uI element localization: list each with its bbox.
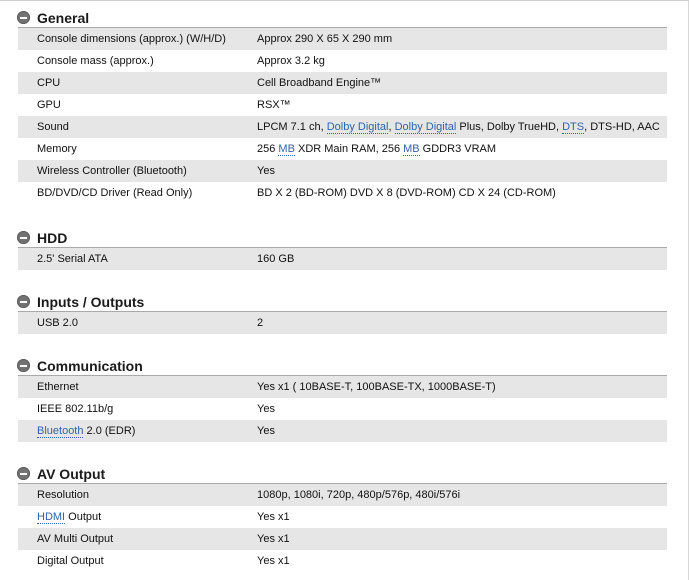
spec-table-av-output: Resolution 1080p, 1080i, 720p, 480p/576p… xyxy=(18,484,667,572)
spec-table-hdd: 2.5' Serial ATA 160 GB xyxy=(18,248,667,270)
hdmi-link[interactable]: HDMI xyxy=(37,511,66,524)
spec-value: Yes xyxy=(257,403,275,415)
table-row: Sound LPCM 7.1 ch, Dolby Digital, Dolby … xyxy=(18,116,667,138)
spec-label: AV Multi Output xyxy=(37,533,114,545)
spec-label: HDMI Output xyxy=(37,506,101,528)
spec-value: 2 xyxy=(257,317,264,329)
spec-label: Console dimensions (approx.) (W/H/D) xyxy=(37,33,226,45)
table-row: Wireless Controller (Bluetooth) Yes xyxy=(18,160,667,182)
value-text: 256 xyxy=(257,143,279,155)
spec-table-communication: Ethernet Yes x1 ( 10BASE-T, 100BASE-TX, … xyxy=(18,376,667,442)
table-row: GPU RSX™ xyxy=(18,94,667,116)
section-header-communication[interactable]: Communication xyxy=(0,352,689,376)
table-row: BD/DVD/CD Driver (Read Only) BD X 2 (BD-… xyxy=(18,182,667,204)
value-text: XDR Main RAM, 256 xyxy=(294,143,404,155)
bluetooth-link[interactable]: Bluetooth xyxy=(37,425,84,438)
spec-label: Sound xyxy=(37,121,69,133)
spec-label: BD/DVD/CD Driver (Read Only) xyxy=(37,187,193,199)
spec-label: Bluetooth 2.0 (EDR) xyxy=(37,420,135,442)
table-row: CPU Cell Broadband Engine™ xyxy=(18,72,667,94)
table-row: Ethernet Yes x1 ( 10BASE-T, 100BASE-TX, … xyxy=(18,376,667,398)
table-row: USB 2.0 2 xyxy=(18,312,667,334)
spec-label: GPU xyxy=(37,99,61,111)
mb-link[interactable]: MB xyxy=(278,143,295,156)
spec-label: Console mass (approx.) xyxy=(37,55,154,67)
mb-link[interactable]: MB xyxy=(403,143,420,156)
spec-value: Approx 290 X 65 X 290 mm xyxy=(257,33,393,45)
section-av-output: AV Output Resolution 1080p, 1080i, 720p,… xyxy=(0,460,689,572)
spec-value: Yes x1 xyxy=(257,533,290,545)
table-row: Bluetooth 2.0 (EDR) Yes xyxy=(18,420,667,442)
spec-value: Yes xyxy=(257,165,275,177)
spec-value: LPCM 7.1 ch, Dolby Digital, Dolby Digita… xyxy=(257,116,660,138)
spec-label: 2.5' Serial ATA xyxy=(37,253,108,265)
collapse-minus-icon[interactable] xyxy=(17,11,30,24)
value-text: LPCM 7.1 ch, xyxy=(257,121,327,133)
spec-value: Yes x1 xyxy=(257,555,290,567)
spec-value: Approx 3.2 kg xyxy=(257,55,325,67)
section-inputs-outputs: Inputs / Outputs USB 2.0 2 xyxy=(0,288,689,334)
table-row: IEEE 802.11b/g Yes xyxy=(18,398,667,420)
table-row: Resolution 1080p, 1080i, 720p, 480p/576p… xyxy=(18,484,667,506)
table-row: Console dimensions (approx.) (W/H/D) App… xyxy=(18,28,667,50)
spec-value: BD X 2 (BD-ROM) DVD X 8 (DVD-ROM) CD X 2… xyxy=(257,187,556,199)
spec-label: CPU xyxy=(37,77,61,89)
table-row: HDMI Output Yes x1 xyxy=(18,506,667,528)
dolby-digital-plus-link[interactable]: Dolby Digital xyxy=(394,121,457,134)
spec-label: Digital Output xyxy=(37,555,104,567)
spec-label: Memory xyxy=(37,143,77,155)
table-row: Console mass (approx.) Approx 3.2 kg xyxy=(18,50,667,72)
dts-link[interactable]: DTS xyxy=(562,121,585,134)
spec-label: Ethernet xyxy=(37,381,79,393)
table-row: Digital Output Yes x1 xyxy=(18,550,667,572)
spec-value: Yes x1 ( 10BASE-T, 100BASE-TX, 1000BASE-… xyxy=(257,381,496,393)
spec-value: Yes xyxy=(257,425,275,437)
spec-label: Resolution xyxy=(37,489,89,501)
value-text: , DTS-HD, AAC xyxy=(584,121,660,133)
spec-value: 256 MB XDR Main RAM, 256 MB GDDR3 VRAM xyxy=(257,138,496,160)
section-title: Inputs / Outputs xyxy=(37,294,145,310)
spec-label: Wireless Controller (Bluetooth) xyxy=(37,165,187,177)
section-general: General Console dimensions (approx.) (W/… xyxy=(0,4,689,204)
label-text: 2.0 (EDR) xyxy=(83,425,136,437)
spec-label: IEEE 802.11b/g xyxy=(37,403,114,415)
collapse-minus-icon[interactable] xyxy=(17,359,30,372)
section-hdd: HDD 2.5' Serial ATA 160 GB xyxy=(0,224,689,270)
spec-value: RSX™ xyxy=(257,99,291,111)
spec-label: USB 2.0 xyxy=(37,317,78,329)
section-communication: Communication Ethernet Yes x1 ( 10BASE-T… xyxy=(0,352,689,442)
collapse-minus-icon[interactable] xyxy=(17,295,30,308)
section-header-inputs-outputs[interactable]: Inputs / Outputs xyxy=(0,288,689,312)
spec-value: Yes x1 xyxy=(257,511,290,523)
collapse-minus-icon[interactable] xyxy=(17,231,30,244)
section-title: HDD xyxy=(37,230,68,246)
dolby-digital-link[interactable]: Dolby Digital xyxy=(326,121,389,134)
table-row: AV Multi Output Yes x1 xyxy=(18,528,667,550)
value-text: Plus, Dolby TrueHD, xyxy=(456,121,563,133)
spec-value: 1080p, 1080i, 720p, 480p/576p, 480i/576i xyxy=(257,489,461,501)
section-title: Communication xyxy=(37,358,143,374)
spec-value: Cell Broadband Engine™ xyxy=(257,77,382,89)
section-title: AV Output xyxy=(37,466,106,482)
section-header-hdd[interactable]: HDD xyxy=(0,224,689,248)
label-text: Output xyxy=(65,511,102,523)
section-title: General xyxy=(37,10,90,26)
section-header-av-output[interactable]: AV Output xyxy=(0,460,689,484)
collapse-minus-icon[interactable] xyxy=(17,467,30,480)
table-row: 2.5' Serial ATA 160 GB xyxy=(18,248,667,270)
value-text: GDDR3 VRAM xyxy=(419,143,497,155)
spec-value: 160 GB xyxy=(257,253,295,265)
spec-table-general: Console dimensions (approx.) (W/H/D) App… xyxy=(18,28,667,204)
spec-table-inputs-outputs: USB 2.0 2 xyxy=(18,312,667,334)
table-row: Memory 256 MB XDR Main RAM, 256 MB GDDR3… xyxy=(18,138,667,160)
section-header-general[interactable]: General xyxy=(0,4,689,28)
